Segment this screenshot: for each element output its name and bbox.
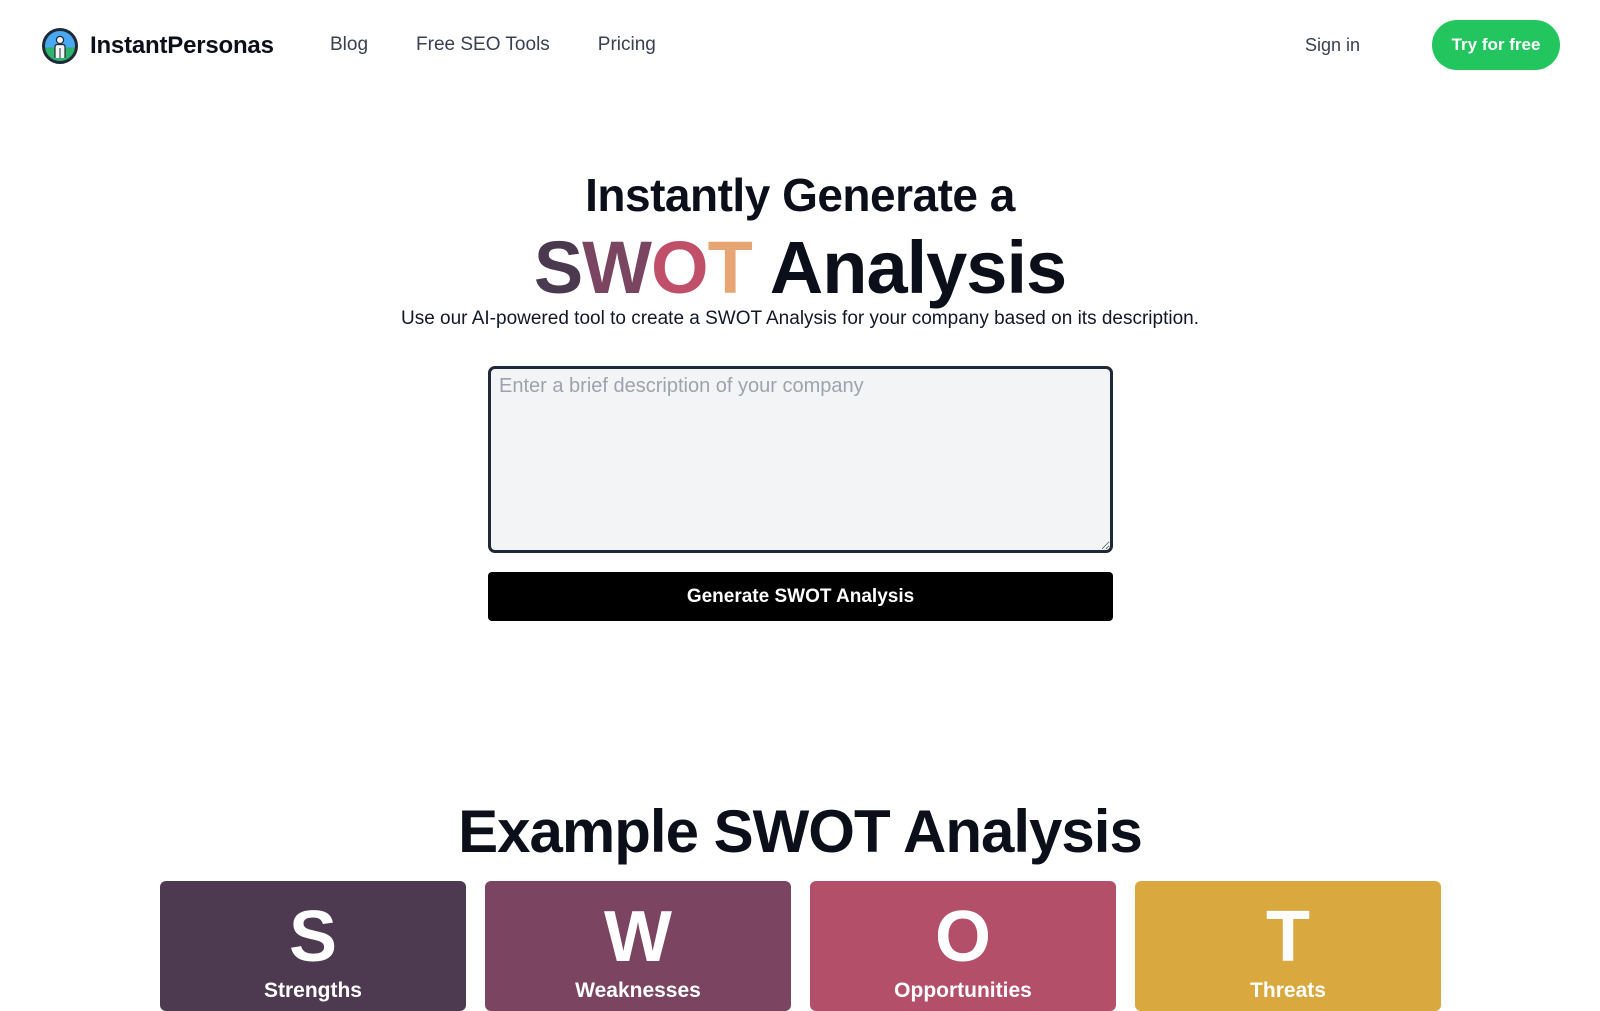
brand-name: InstantPersonas <box>90 32 274 59</box>
company-description-input[interactable] <box>488 366 1113 553</box>
swot-card-label: Threats <box>1250 979 1326 1002</box>
swot-letter-s: S <box>533 226 583 309</box>
example-section-title: Example SWOT Analysis <box>458 798 1143 865</box>
try-for-free-button[interactable]: Try for free <box>1432 20 1560 70</box>
swot-letter-o: O <box>651 226 709 309</box>
swot-card-label: Strengths <box>263 979 362 1002</box>
swot-card-label: Weaknesses <box>575 979 701 1002</box>
swot-card-letter: S <box>288 897 338 977</box>
nav-link-pricing[interactable]: Pricing <box>598 30 656 60</box>
swot-card-strengths: S Strengths <box>160 881 466 1011</box>
sign-in-link[interactable]: Sign in <box>1305 30 1360 60</box>
swot-card-letter: O <box>934 897 991 977</box>
swot-example-cards: S Strengths W Weaknesses O Opportunities… <box>160 881 1441 1011</box>
top-nav: InstantPersonas Blog Free SEO Tools Pric… <box>0 0 1600 90</box>
swot-card-opportunities: O Opportunities <box>810 881 1116 1011</box>
swot-card-letter: T <box>1266 897 1310 977</box>
nav-links: Blog Free SEO Tools Pricing <box>330 30 656 60</box>
nav-link-free-seo-tools[interactable]: Free SEO Tools <box>416 30 550 60</box>
hero-analysis-word: Analysis <box>769 226 1067 309</box>
swot-card-weaknesses: W Weaknesses <box>485 881 791 1011</box>
swot-letter-w: W <box>582 226 652 309</box>
nav-link-blog[interactable]: Blog <box>330 30 368 60</box>
hero-heading: Instantly Generate a <box>585 169 1015 221</box>
hero-subtitle: Use our AI-powered tool to create a SWOT… <box>400 308 1200 329</box>
brand-link[interactable]: InstantPersonas <box>42 28 274 64</box>
generate-swot-button[interactable]: Generate SWOT Analysis <box>488 572 1113 621</box>
swot-wordmark: SWOT <box>533 226 753 309</box>
hero-swot-heading: SWOT Analysis <box>0 226 1600 310</box>
swot-card-label: Opportunities <box>894 979 1032 1002</box>
swot-card-letter: W <box>604 897 672 977</box>
swot-card-threats: T Threats <box>1135 881 1441 1011</box>
swot-letter-t: T <box>707 226 753 309</box>
brand-logo-icon <box>42 28 78 64</box>
